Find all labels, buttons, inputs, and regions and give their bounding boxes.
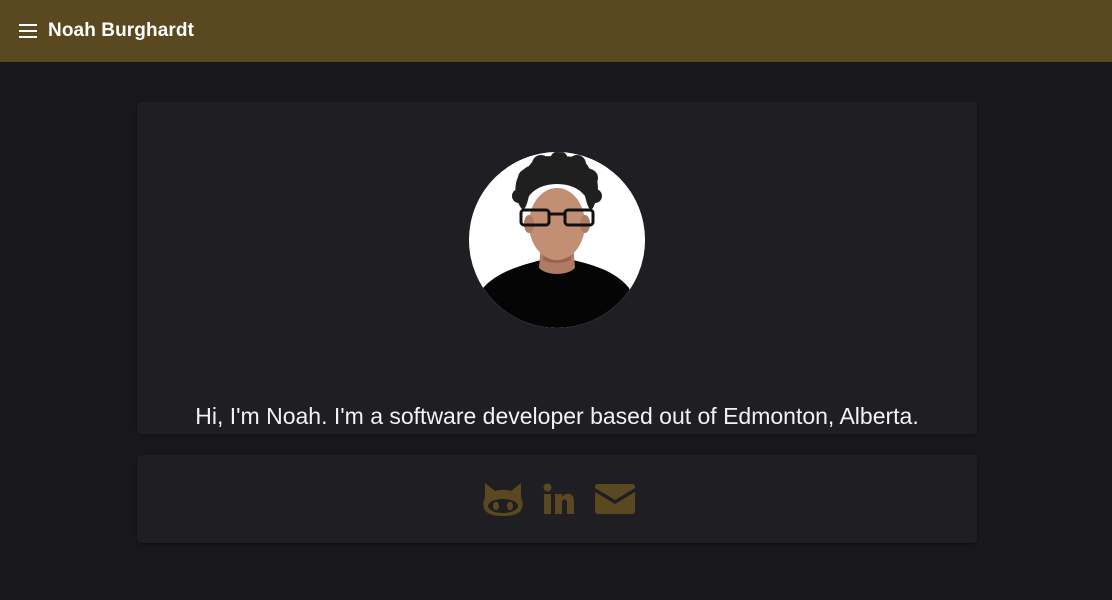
- app-bar: Noah Burghardt: [0, 0, 1112, 62]
- app-title: Noah Burghardt: [48, 20, 195, 41]
- email-link[interactable]: [594, 478, 636, 520]
- social-links: [137, 455, 977, 543]
- menu-button[interactable]: [18, 21, 38, 41]
- linkedin-link[interactable]: [538, 478, 580, 520]
- email-icon: [595, 484, 635, 514]
- github-link[interactable]: [482, 478, 524, 520]
- avatar-illustration-icon: [469, 152, 645, 328]
- social-card: [137, 455, 977, 543]
- intro-card: Hi, I'm Noah. I'm a software developer b…: [137, 102, 977, 434]
- menu-icon: [19, 24, 37, 38]
- intro-text: Hi, I'm Noah. I'm a software developer b…: [195, 403, 919, 429]
- linkedin-icon: [543, 483, 574, 514]
- github-icon: [483, 483, 523, 516]
- avatar: [469, 152, 645, 328]
